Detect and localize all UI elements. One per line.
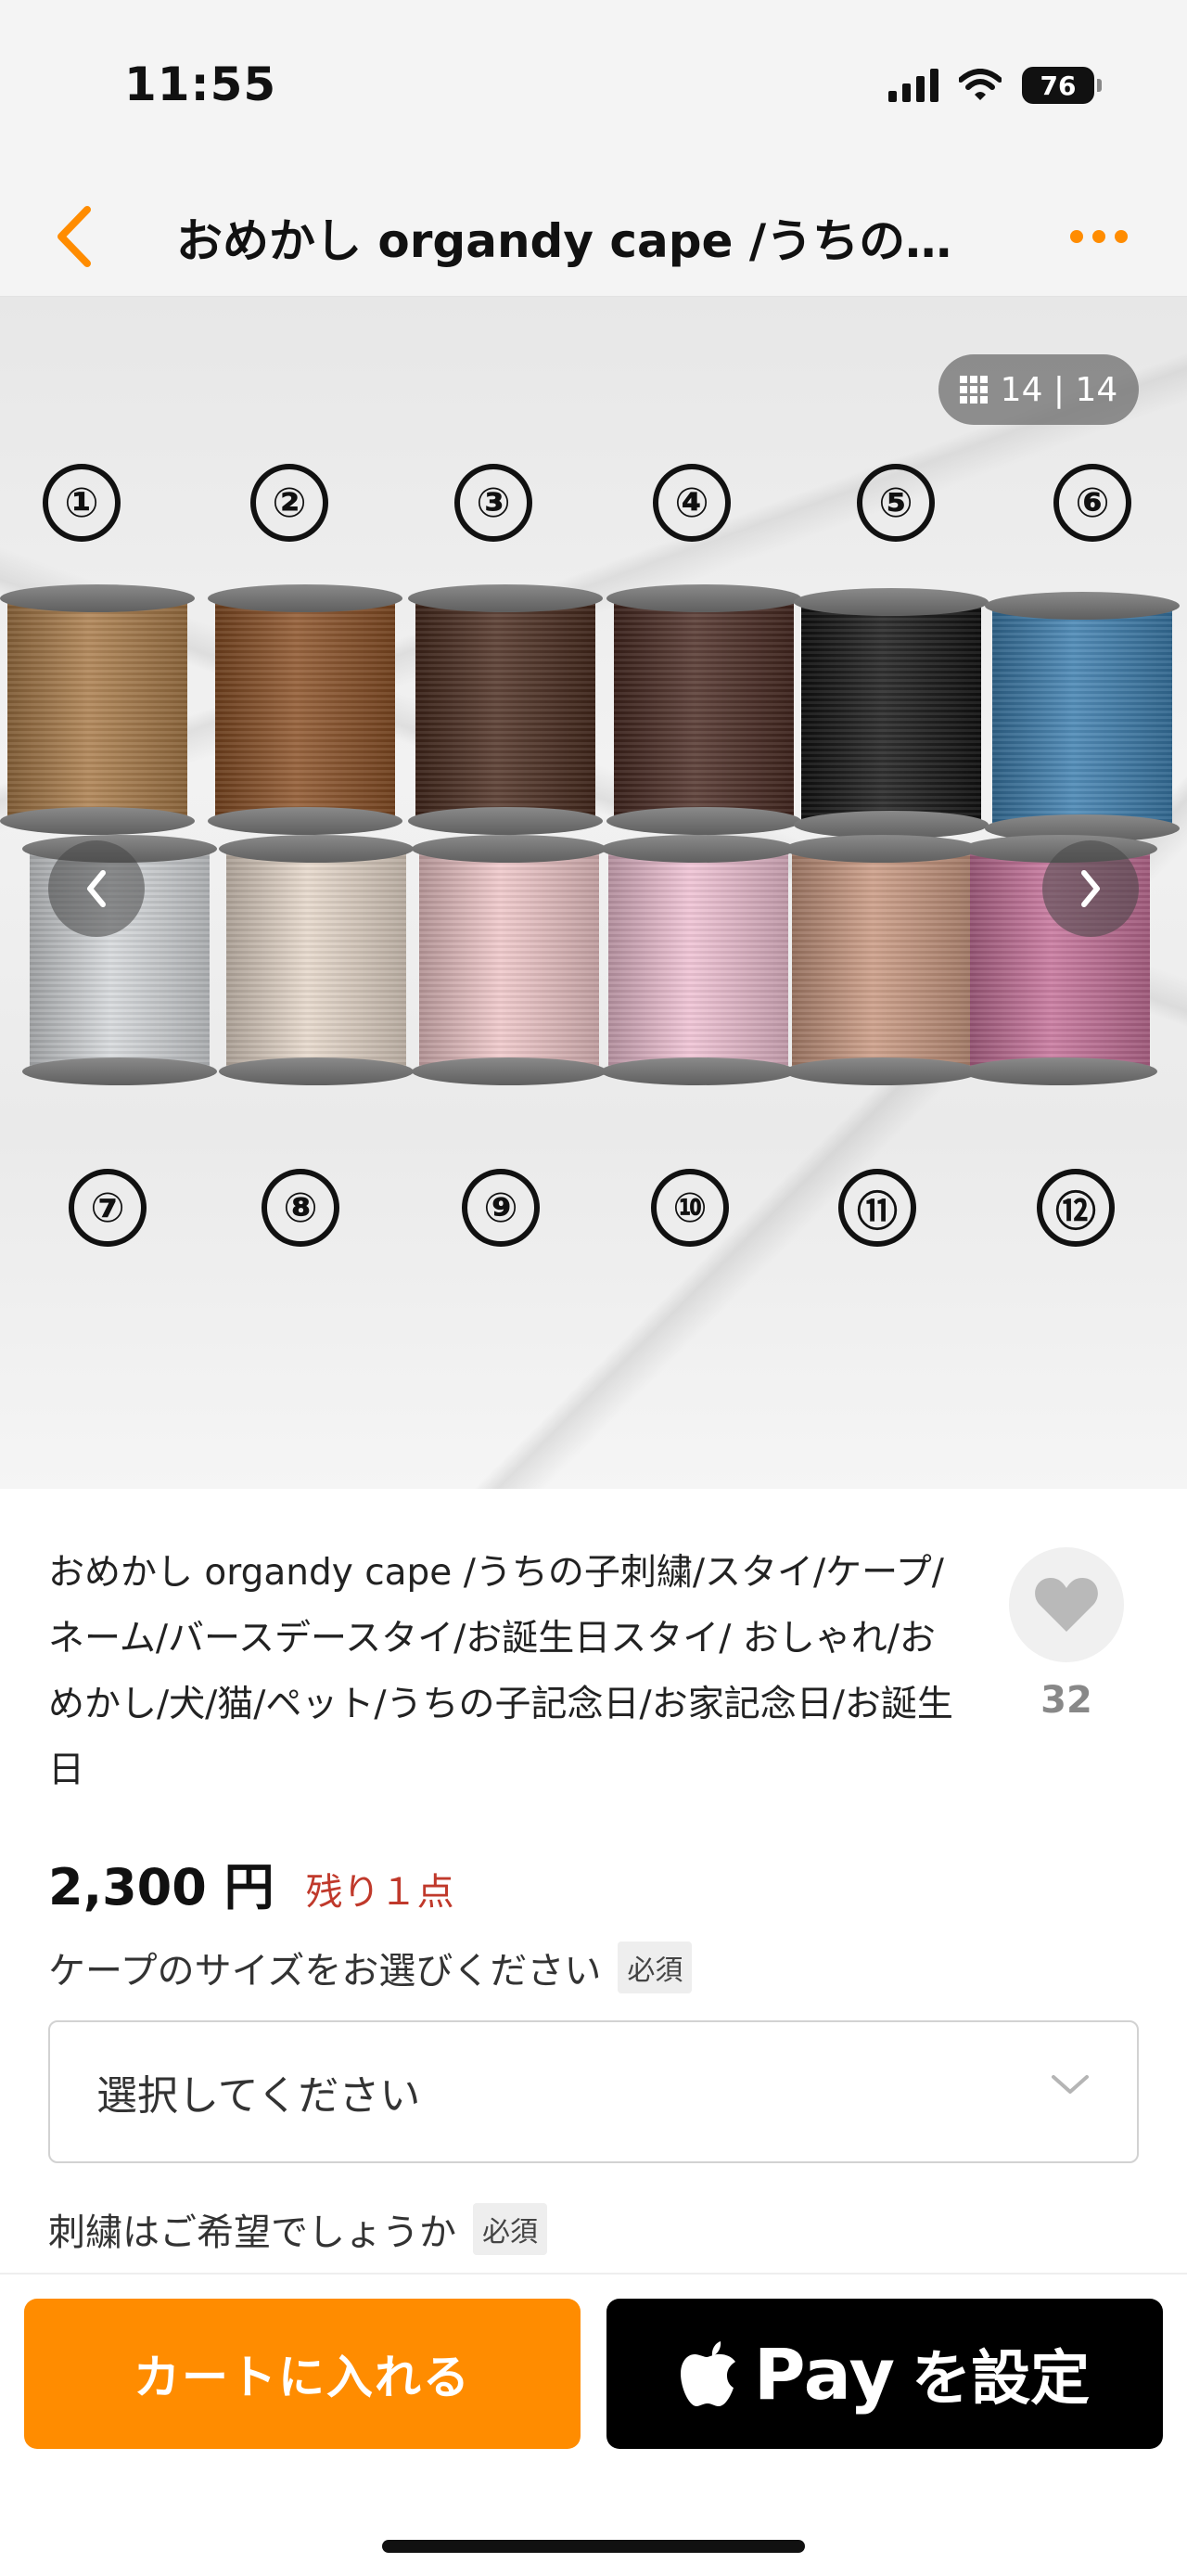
photo-prev-button[interactable] [48,840,145,937]
thread-spool [785,835,979,1085]
page-title: おめかし organdy cape /うちの子… [176,214,992,268]
back-button[interactable] [37,195,111,278]
photo-number-label: ① [43,464,121,542]
photo-number-label: ⑨ [462,1169,540,1247]
thread-spool [985,592,1180,842]
heart-icon [1035,1578,1098,1632]
chevron-right-icon [1081,870,1100,907]
thread-color [792,848,972,1072]
chevron-left-icon [87,870,106,907]
more-button[interactable] [1048,204,1150,269]
status-time: 11:55 [124,58,277,111]
home-indicator [382,2540,805,2553]
thread-color [608,848,788,1072]
product-title: おめかし organdy cape /うちの子刺繍/スタイ/ケープ/ネーム/バー… [48,1552,953,1791]
photo-number-label: ⑥ [1053,464,1131,542]
size-option-label: ケープのサイズをお選びください 必須 [48,1941,693,1994]
nav-header: おめかし organdy cape /うちの子… [0,176,1187,297]
bottom-action-bar: カートに入れる Pay を設定 [0,2273,1187,2576]
stock-status: 残り１点 [305,1871,454,1914]
price: 2,300 円 [48,1858,274,1916]
add-to-cart-button[interactable]: カートに入れる [24,2299,581,2449]
thread-color [226,848,406,1072]
battery-level: 76 [1040,70,1077,101]
battery-icon: 76 [1022,67,1102,104]
photo-number-label: ⑫ [1037,1169,1115,1247]
more-dot [1070,230,1083,243]
product-photo[interactable]: 14 | 14 ① ② ③ ④ ⑤ ⑥ ⑦ ⑧ ⑨ ⑩ ⑪ ⑫ [0,297,1187,1489]
embroidery-option-label: 刺繍はご希望でしょうか 必須 [48,2202,547,2256]
grid-icon [959,376,988,404]
size-option-text: ケープのサイズをお選びください [48,1950,602,1993]
photo-counter-text: 14 | 14 [1000,370,1118,409]
required-badge: 必須 [618,1942,693,1993]
chevron-left-icon [57,206,91,267]
favorite-button[interactable] [1009,1547,1124,1662]
thread-spool [606,584,801,835]
thread-color [992,605,1172,829]
thread-spool [601,835,796,1085]
status-bar: 11:55 76 [0,0,1187,176]
photo-number-label: ⑦ [69,1169,147,1247]
photo-next-button[interactable] [1042,840,1139,937]
signal-icon [888,69,938,102]
price-row: 2,300 円 残り１点 [48,1846,454,1919]
photo-number-label: ⑤ [857,464,935,542]
apple-logo-icon [680,2341,735,2406]
apple-pay-button[interactable]: Pay を設定 [606,2299,1163,2449]
favorite-count: 32 [1040,1679,1092,1722]
wifi-icon [959,69,1002,100]
pay-suffix: を設定 [912,2345,1091,2414]
thread-spool [408,584,603,835]
photo-number-label: ⑧ [262,1169,339,1247]
thread-color [7,597,187,822]
required-badge: 必須 [473,2203,547,2255]
pay-word: Pay [753,2332,896,2416]
thread-color [801,601,981,826]
photo-number-label: ③ [454,464,532,542]
photo-counter[interactable]: 14 | 14 [938,354,1139,425]
size-select-value: 選択してください [96,2072,421,2120]
thread-spool [219,835,414,1085]
thread-color [215,597,395,822]
chevron-down-icon [1052,2075,1089,2094]
photo-number-label: ② [250,464,328,542]
photo-number-label: ⑪ [838,1169,916,1247]
photo-number-label: ④ [653,464,731,542]
photo-number-label: ⑩ [651,1169,729,1247]
more-dot [1092,230,1105,243]
thread-spool [794,588,989,839]
more-dot [1115,230,1128,243]
thread-color [614,597,794,822]
thread-spool [0,584,195,835]
size-select[interactable]: 選択してください [48,2020,1139,2163]
thread-spool [412,835,606,1085]
thread-spool [208,584,402,835]
thread-color [419,848,599,1072]
status-icons: 76 [888,67,1102,104]
thread-color [415,597,595,822]
embroidery-option-text: 刺繍はご希望でしょうか [48,2211,456,2254]
